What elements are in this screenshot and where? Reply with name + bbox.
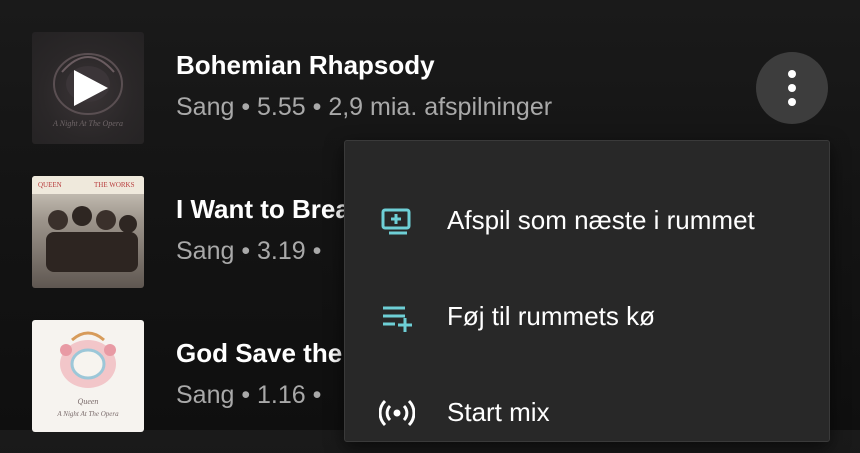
album-art-a-night-at-the-opera-white: Queen A Night At The Opera [32, 320, 144, 432]
radio-mix-icon [379, 399, 415, 427]
song-subtitle: Sang • 5.55 • 2,9 mia. afspilninger [176, 93, 553, 121]
menu-item-label: Start mix [447, 397, 550, 427]
album-art-the-works: QUEEN THE WORKS [32, 176, 144, 288]
queen-crest-art: Queen A Night At The Opera [56, 331, 119, 418]
more-options-button[interactable] [756, 52, 828, 124]
context-menu: Afspil som næste i rummet Føj til rummet… [344, 140, 830, 442]
svg-text:A Night At The Opera: A Night At The Opera [56, 410, 119, 418]
album-art-a-night-at-the-opera: A Night At The Opera [32, 32, 144, 144]
add-to-queue-icon [383, 306, 412, 332]
song-title: Bohemian Rhapsody [176, 50, 435, 80]
song-subtitle: Sang • 3.19 • [176, 237, 322, 265]
play-icon[interactable] [32, 32, 144, 144]
menu-item-start-mix[interactable]: Start mix [345, 373, 829, 453]
band-photo-art: QUEEN THE WORKS [32, 176, 144, 272]
svg-text:Queen: Queen [78, 397, 99, 406]
song-subtitle: Sang • 1.16 • [176, 381, 322, 409]
svg-text:QUEEN: QUEEN [38, 181, 62, 189]
menu-item-add-to-queue[interactable]: Føj til rummets kø [345, 277, 829, 357]
menu-item-label: Føj til rummets kø [447, 301, 655, 331]
menu-item-label: Afspil som næste i rummet [447, 205, 755, 235]
song-row-bohemian-rhapsody[interactable]: A Night At The Opera Bohemian Rhapsody S… [0, 32, 860, 152]
svg-text:THE WORKS: THE WORKS [94, 181, 135, 189]
queue-next-icon [381, 208, 411, 235]
menu-item-play-next[interactable]: Afspil som næste i rummet [345, 181, 829, 261]
